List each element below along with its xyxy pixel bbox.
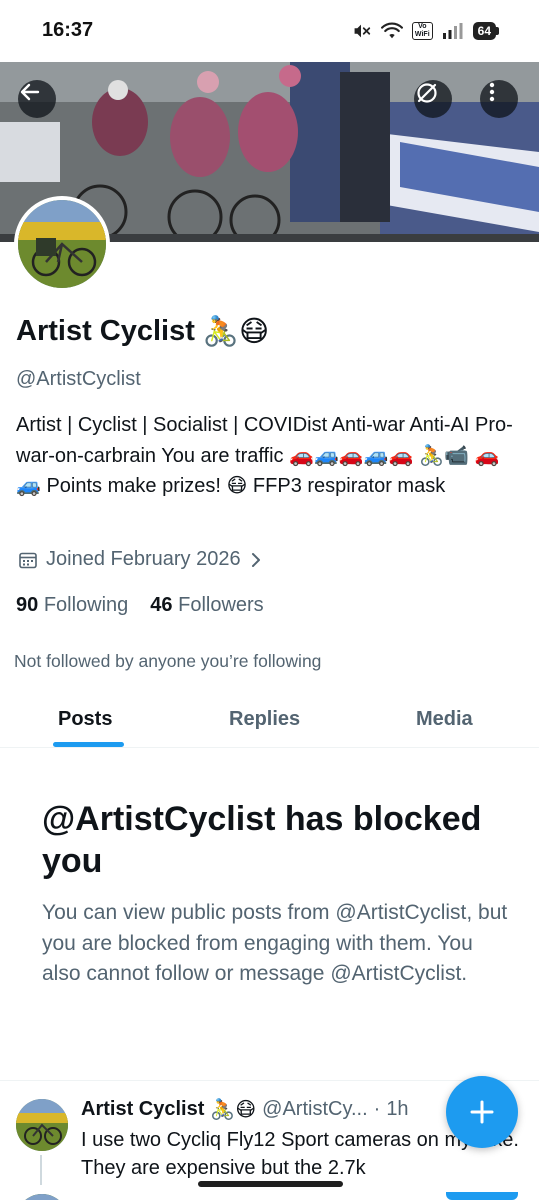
profile-name: Artist Cyclist 🚴😷: [16, 314, 269, 349]
avatar-photo: [18, 200, 106, 288]
more-options-button[interactable]: [480, 80, 518, 118]
tweet-author-name: Artist Cyclist: [81, 1097, 205, 1120]
compose-button-shadow: [446, 1192, 518, 1200]
tweet-separator: ·: [373, 1097, 381, 1120]
calendar-icon: [19, 552, 37, 568]
mute-icon: [354, 24, 371, 38]
tweet-author-handle: @ArtistCy...: [262, 1097, 368, 1120]
share-button[interactable]: [414, 80, 452, 118]
share-icon: [417, 83, 437, 103]
thread-line: [40, 1155, 42, 1185]
tweet-header: Artist Cyclist 🚴😷 @ArtistCy... · 1h: [81, 1097, 409, 1121]
back-arrow-icon: [20, 83, 40, 101]
following-count: 90: [16, 594, 39, 616]
profile-tabs: Posts Replies Media: [0, 690, 539, 748]
joined-date[interactable]: Joined February 2026: [18, 548, 263, 571]
status-icons: Vo WiFi 64: [350, 20, 499, 42]
back-button[interactable]: [18, 80, 56, 118]
blocked-title: @ArtistCyclist has blocked you: [42, 800, 482, 880]
profile-handle: @ArtistCyclist: [16, 368, 141, 390]
battery-icon: 64: [472, 22, 499, 40]
vowifi-icon: Vo WiFi: [411, 22, 433, 40]
profile-name-emojis: 🚴😷: [202, 314, 270, 348]
joined-text: Joined February 2026: [46, 548, 241, 570]
tweet-avatar-photo: [16, 1099, 68, 1151]
gesture-nav-handle[interactable]: [198, 1181, 343, 1187]
followers-label: Followers: [178, 594, 264, 616]
vowifi-top-text: Vo: [418, 23, 427, 30]
active-tab-indicator: [53, 742, 124, 747]
tab-posts[interactable]: Posts: [58, 708, 112, 731]
compose-button[interactable]: [446, 1076, 518, 1148]
follow-stats: 90 Following 46 Followers: [16, 594, 264, 617]
following-label: Following: [43, 594, 129, 616]
plus-icon: [470, 1100, 494, 1124]
profile-name-text: Artist Cyclist: [16, 315, 195, 347]
blocked-body: You can view public posts from @ArtistCy…: [42, 901, 508, 985]
followers-count: 46: [150, 594, 173, 616]
status-time: 16:37: [42, 19, 94, 41]
status-bar: 16:37 Vo WiFi 64: [0, 0, 539, 62]
profile-bio: Artist | Cyclist | Socialist | COVIDist …: [16, 414, 513, 497]
wifi-icon: [380, 22, 403, 39]
battery-level: 64: [472, 22, 496, 40]
followers-link[interactable]: 46 Followers: [150, 594, 263, 617]
profile-avatar[interactable]: [14, 196, 110, 292]
chevron-right-icon: [251, 552, 260, 567]
tweet-avatar[interactable]: [16, 1099, 68, 1151]
not-followed-notice: Not followed by anyone you’re following: [14, 651, 322, 671]
following-link[interactable]: 90 Following: [16, 594, 128, 617]
battery-tip: [496, 27, 499, 35]
tab-media[interactable]: Media: [416, 708, 473, 731]
more-icon: [489, 82, 495, 102]
tab-replies[interactable]: Replies: [229, 708, 300, 731]
signal-icon: [442, 23, 463, 39]
vowifi-bottom-text: WiFi: [414, 31, 430, 38]
tweet-author-emojis: 🚴😷: [210, 1097, 257, 1121]
tweet-time: 1h: [386, 1097, 409, 1120]
